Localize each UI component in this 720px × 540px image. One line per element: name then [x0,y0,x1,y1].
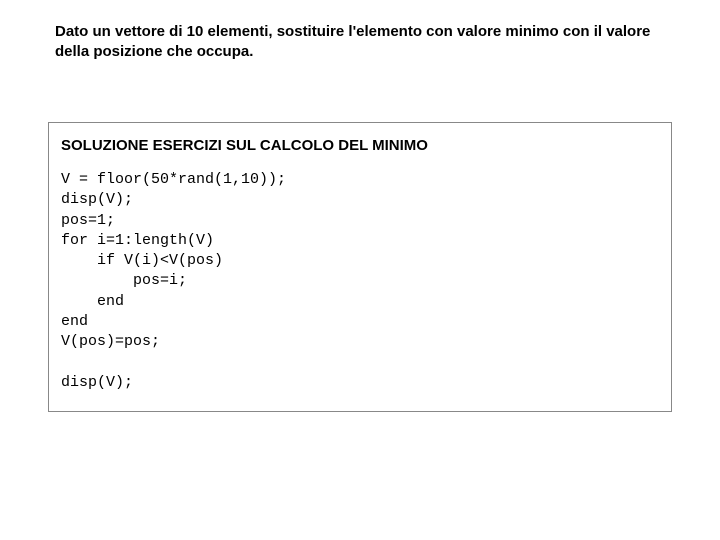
code-line: V(pos)=pos; [61,333,160,350]
problem-statement: Dato un vettore di 10 elementi, sostitui… [55,22,665,63]
slide: Dato un vettore di 10 elementi, sostitui… [0,0,720,540]
code-line: if V(i)<V(pos) [61,252,223,269]
code-line: pos=1; [61,212,115,229]
solution-title: SOLUZIONE ESERCIZI SUL CALCOLO DEL MINIM… [61,137,659,154]
code-line: disp(V); [61,191,133,208]
code-line: end [61,313,88,330]
code-line: end [61,293,124,310]
code-line: for i=1:length(V) [61,232,214,249]
code-line: V = floor(50*rand(1,10)); [61,171,286,188]
code-line: pos=i; [61,272,187,289]
solution-box: SOLUZIONE ESERCIZI SUL CALCOLO DEL MINIM… [48,122,672,412]
code-line: disp(V); [61,374,133,391]
code-block: V = floor(50*rand(1,10)); disp(V); pos=1… [61,170,659,393]
